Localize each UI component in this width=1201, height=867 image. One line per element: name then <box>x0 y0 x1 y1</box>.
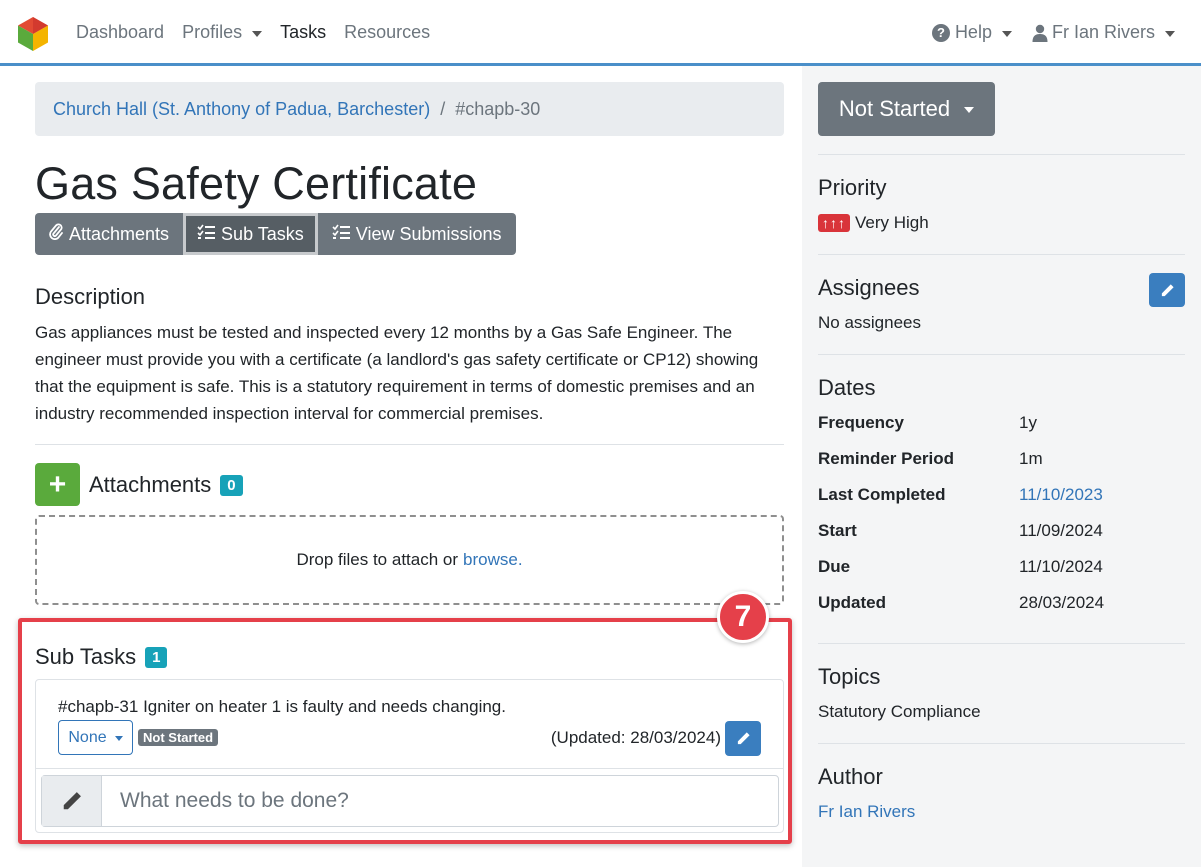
file-dropzone[interactable]: Drop files to attach or browse. <box>35 515 784 605</box>
nav-tasks[interactable]: Tasks <box>280 22 326 43</box>
date-label-last-completed: Last Completed <box>818 485 946 504</box>
attachments-count-badge: 0 <box>220 474 243 496</box>
checklist-icon <box>332 224 350 245</box>
tab-view-submissions[interactable]: View Submissions <box>317 213 516 255</box>
author-heading: Author <box>818 764 883 789</box>
date-value-updated: 28/03/2024 <box>1019 593 1105 612</box>
assignees-heading: Assignees <box>818 275 920 300</box>
last-completed-link[interactable]: 11/10/2023 <box>1019 485 1103 505</box>
nav-help[interactable]: ? Help <box>931 22 1012 43</box>
divider <box>35 444 784 445</box>
checklist-icon <box>197 224 216 245</box>
tab-attachments[interactable]: Attachments <box>35 213 184 255</box>
topics-value: Statutory Compliance <box>818 702 981 721</box>
browse-link[interactable]: browse. <box>463 550 523 570</box>
breadcrumb-separator: / <box>440 98 446 119</box>
date-value-start: 11/09/2024 <box>1019 521 1103 540</box>
priority-value: ↑↑↑ Very High <box>818 213 929 233</box>
task-status-dropdown[interactable]: Not Started <box>818 82 995 136</box>
priority-arrows-icon: ↑↑↑ <box>818 214 850 232</box>
date-value-frequency: 1y <box>1019 413 1037 432</box>
date-label-frequency: Frequency <box>818 413 904 432</box>
nav-right: ? Help Fr Ian Rivers <box>912 22 1175 43</box>
date-label-reminder: Reminder Period <box>818 449 955 468</box>
breadcrumb: Church Hall (St. Anthony of Padua, Barch… <box>35 82 784 136</box>
topics-heading: Topics <box>818 664 881 689</box>
tab-sub-tasks[interactable]: Sub Tasks <box>183 213 318 255</box>
divider <box>818 354 1185 355</box>
dates-heading: Dates <box>818 375 876 400</box>
question-circle-icon: ? <box>931 23 950 42</box>
navbar: Dashboard Profiles Tasks Resources ? Hel… <box>0 0 1201 66</box>
date-value-reminder: 1m <box>1019 449 1043 468</box>
tutorial-step-marker: 7 <box>717 591 769 643</box>
date-label-start: Start <box>818 521 857 540</box>
add-attachment-button[interactable]: + <box>35 463 80 506</box>
breadcrumb-parent-link[interactable]: Church Hall (St. Anthony of Padua, Barch… <box>53 99 430 120</box>
app-logo-icon[interactable] <box>16 16 50 52</box>
attachments-heading: Attachments 0 <box>89 472 243 498</box>
date-value-due: 11/10/2024 <box>1019 557 1103 576</box>
priority-heading: Priority <box>818 175 887 200</box>
breadcrumb-current: #chapb-30 <box>455 98 541 119</box>
nav-dashboard[interactable]: Dashboard <box>76 22 164 43</box>
chevron-down-icon <box>1001 30 1012 37</box>
divider <box>818 154 1185 155</box>
chevron-down-icon <box>252 30 263 37</box>
divider <box>818 743 1185 744</box>
date-label-updated: Updated <box>818 593 886 612</box>
divider <box>818 254 1185 255</box>
paperclip-icon <box>49 223 63 245</box>
task-tabs: Attachments Sub Tasks View Submissions <box>35 213 516 255</box>
pencil-icon <box>1161 283 1174 296</box>
user-icon <box>1032 24 1048 42</box>
page-title: Gas Safety Certificate <box>35 158 478 209</box>
assignees-value: No assignees <box>818 313 922 332</box>
nav-profiles[interactable]: Profiles <box>182 22 263 43</box>
chevron-down-icon <box>1165 30 1175 37</box>
date-label-due: Due <box>818 557 851 576</box>
tutorial-highlight-box <box>18 618 792 844</box>
author-link[interactable]: Fr Ian Rivers <box>818 802 915 822</box>
divider <box>818 643 1185 644</box>
description-text: Gas appliances must be tested and inspec… <box>35 323 759 423</box>
nav-user-menu[interactable]: Fr Ian Rivers <box>1032 22 1175 43</box>
nav-menu: Dashboard Profiles Tasks Resources <box>76 22 448 43</box>
nav-resources[interactable]: Resources <box>344 22 430 43</box>
description-heading: Description <box>35 284 146 309</box>
edit-assignees-button[interactable] <box>1149 273 1185 307</box>
chevron-down-icon <box>964 107 975 113</box>
